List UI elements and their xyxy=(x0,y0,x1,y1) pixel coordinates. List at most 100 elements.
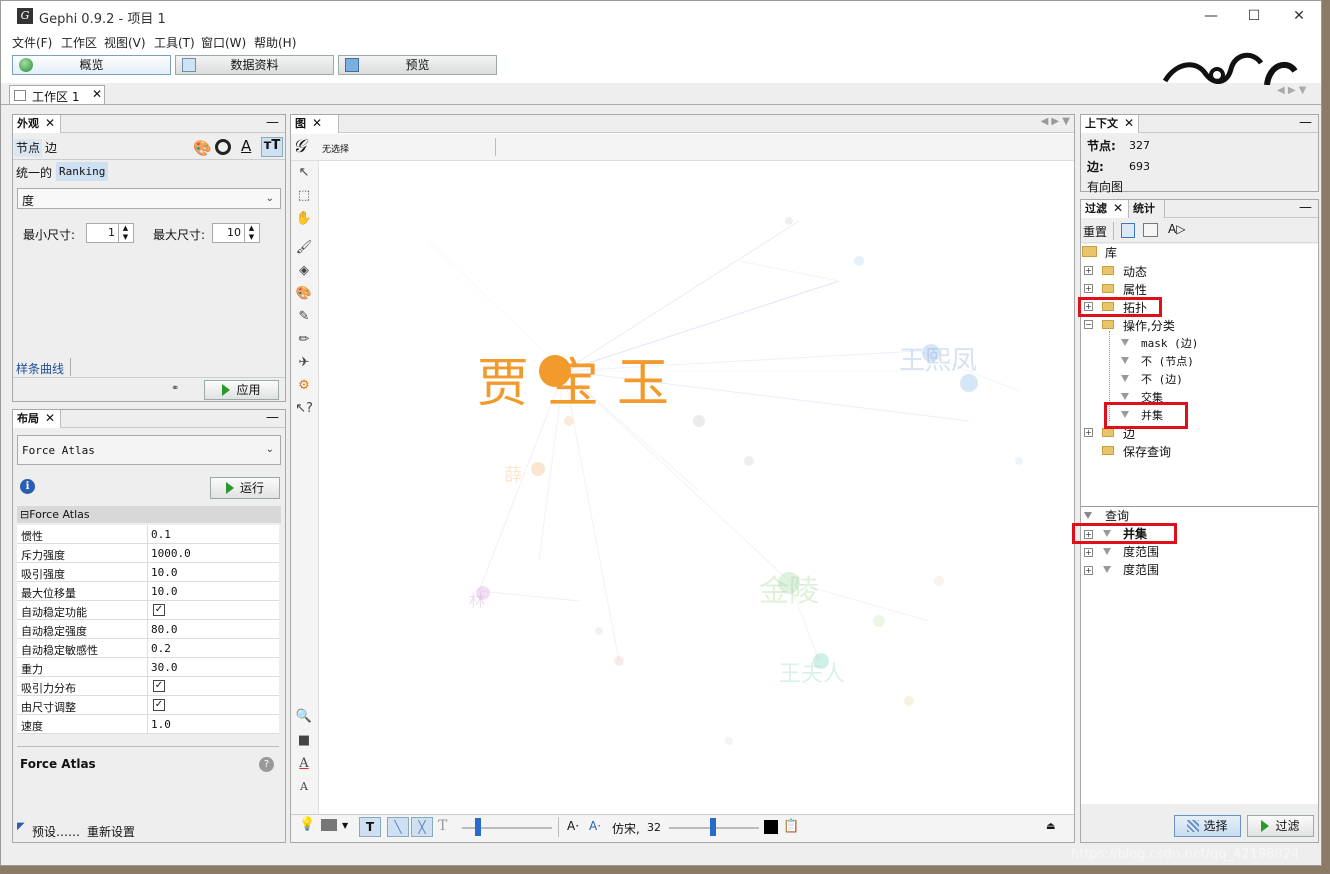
minimize-icon[interactable]: — xyxy=(1201,6,1221,26)
help-icon[interactable]: ? xyxy=(259,757,274,772)
zoom-fit-icon[interactable]: 🔍 xyxy=(295,708,313,726)
maximize-icon[interactable]: ☐ xyxy=(1244,6,1264,26)
property-row[interactable]: 自动稳定强度 80.0 xyxy=(17,620,279,639)
filter-dynamic[interactable]: 动态 xyxy=(1123,263,1147,281)
diamond-icon[interactable]: ◈ xyxy=(295,262,313,280)
font-size-down-icon[interactable]: A· xyxy=(567,819,579,833)
menu-view[interactable]: 视图(V) xyxy=(104,34,146,51)
expand-icon[interactable]: + xyxy=(1084,566,1093,575)
palette-icon[interactable]: 🎨 xyxy=(193,139,212,157)
spinner-arrows-icon[interactable]: ▲ ▼ xyxy=(244,224,258,242)
menu-window[interactable]: 窗口(W) xyxy=(201,34,246,51)
select-pointer-icon[interactable]: ↖ xyxy=(295,164,313,182)
close-icon[interactable]: ✕ xyxy=(45,411,55,425)
tab-filters[interactable]: 过滤 ✕ xyxy=(1081,200,1129,218)
library-root[interactable]: 库 xyxy=(1105,244,1117,262)
slider-thumb[interactable] xyxy=(475,818,481,836)
property-value[interactable]: 10.0 xyxy=(151,585,178,598)
export-icon[interactable] xyxy=(1121,223,1135,238)
menu-file[interactable]: 文件(F) xyxy=(12,34,52,51)
property-checkbox[interactable]: ✓ xyxy=(153,699,165,711)
property-group-header[interactable]: ⊟Force Atlas xyxy=(17,506,281,523)
chevron-down-icon[interactable]: ▼ xyxy=(342,821,348,830)
filter-operator[interactable]: 操作,分类 xyxy=(1123,317,1175,335)
shortest-path-icon[interactable]: ✈ xyxy=(295,354,313,372)
gear-icon[interactable]: ⚙ xyxy=(295,377,313,395)
minimize-panel-icon[interactable]: — xyxy=(1299,200,1312,215)
tab-graph[interactable]: 图 ✕ xyxy=(291,115,339,133)
query-degree-range[interactable]: 度范围 xyxy=(1123,543,1159,561)
label-size-icon[interactable]: A xyxy=(295,778,313,796)
pencil-icon[interactable]: ✎ xyxy=(295,308,313,326)
info-icon[interactable]: i xyxy=(20,479,35,494)
close-icon[interactable]: ✕ xyxy=(45,116,55,130)
property-value[interactable]: 0.1 xyxy=(151,528,171,541)
screenshot-icon[interactable] xyxy=(321,819,337,831)
presets-link[interactable]: 预设…… xyxy=(32,823,80,840)
property-row[interactable]: 重力 30.0 xyxy=(17,658,279,677)
label-color-icon[interactable]: A xyxy=(295,755,313,773)
tab-context[interactable]: 上下文 ✕ xyxy=(1081,115,1139,133)
expand-icon[interactable]: + xyxy=(1084,428,1093,437)
tab-data-laboratory[interactable]: 数据资料 xyxy=(175,55,334,75)
link-icon[interactable]: ⚭ xyxy=(171,383,179,394)
menu-workspace[interactable]: 工作区 xyxy=(61,34,97,51)
save-query-icon[interactable] xyxy=(1143,223,1158,237)
spline-link[interactable]: 样条曲线 xyxy=(16,360,64,377)
menu-tools[interactable]: 工具(T) xyxy=(154,34,195,51)
heatmap-icon[interactable]: 🎨 xyxy=(295,285,313,303)
filter-saved-queries[interactable]: 保存查询 xyxy=(1123,443,1171,461)
expand-icon[interactable]: + xyxy=(1084,266,1093,275)
property-value[interactable]: 10.0 xyxy=(151,566,178,579)
filter-mask-edges[interactable]: mask (边) xyxy=(1141,335,1198,353)
mode-unique[interactable]: 统一的 xyxy=(16,164,52,181)
filter-button[interactable]: 过滤 xyxy=(1247,815,1314,837)
expand-toolbar-icon[interactable]: ⏏ xyxy=(1046,821,1055,832)
font-name[interactable]: 仿宋, xyxy=(612,820,640,837)
mode-ranking[interactable]: Ranking xyxy=(56,162,109,181)
show-edges-toggle[interactable]: ╲ xyxy=(387,817,409,837)
edge-color-toggle[interactable]: ╳ xyxy=(411,817,433,837)
painter-icon[interactable]: 🖌 xyxy=(295,239,313,257)
property-row[interactable]: 自动稳定敏感性 0.2 xyxy=(17,639,279,658)
tab-preview[interactable]: 预览 xyxy=(338,55,497,75)
tab-overview[interactable]: 概览 xyxy=(12,55,171,75)
collapse-icon[interactable]: − xyxy=(1084,320,1093,329)
font-size-up-icon[interactable]: A· xyxy=(589,819,601,833)
expand-icon[interactable]: + xyxy=(1084,548,1093,557)
lightbulb-icon[interactable]: 💡 xyxy=(299,817,315,832)
filter-not-nodes[interactable]: 不 (节点) xyxy=(1141,353,1194,371)
spinner-arrows-icon[interactable]: ▲ ▼ xyxy=(118,224,132,242)
tab-layout[interactable]: 布局 ✕ xyxy=(13,410,61,428)
property-row[interactable]: 吸引力分布 ✓ xyxy=(17,677,279,696)
close-icon[interactable]: ✕ xyxy=(1124,116,1134,130)
close-icon[interactable]: ✕ xyxy=(312,116,322,130)
edge-pencil-icon[interactable]: ✏ xyxy=(295,331,313,349)
query-degree-range-2[interactable]: 度范围 xyxy=(1123,561,1159,579)
property-row[interactable]: 斥力强度 1000.0 xyxy=(17,544,279,563)
expand-icon[interactable]: + xyxy=(1084,284,1093,293)
minimize-panel-icon[interactable]: — xyxy=(266,410,279,425)
clipboard-icon[interactable]: 📋 xyxy=(783,819,799,834)
workspace-tab[interactable]: 工作区 1 ✕ xyxy=(9,85,105,105)
tab-edges[interactable]: 边 xyxy=(45,139,57,157)
property-value[interactable]: 30.0 xyxy=(151,661,178,674)
max-size-spinner[interactable]: 10 ▲ ▼ xyxy=(212,223,260,243)
tab-statistics[interactable]: 统计 xyxy=(1129,200,1165,218)
property-row[interactable]: 由尺寸调整 ✓ xyxy=(17,696,279,715)
tab-scroll-arrows[interactable]: ◀ ▶ ▼ xyxy=(1277,85,1306,96)
edge-label-icon[interactable]: T xyxy=(438,818,447,834)
menu-help[interactable]: 帮助(H) xyxy=(254,34,296,51)
property-row[interactable]: 惯性 0.1 xyxy=(17,525,279,544)
slider-thumb[interactable] xyxy=(710,818,716,836)
label-color-swatch[interactable] xyxy=(764,820,778,834)
workspace-close-icon[interactable]: ✕ xyxy=(92,87,102,101)
label-color-icon[interactable]: A xyxy=(241,137,251,155)
property-row[interactable]: 自动稳定功能 ✓ xyxy=(17,601,279,620)
reset-link[interactable]: 重新设置 xyxy=(87,823,135,840)
tab-appearance[interactable]: 外观 ✕ xyxy=(13,115,61,133)
graph-canvas[interactable]: 王熙凤 金陵 王夫人 薛 林 贾宝玉 xyxy=(319,161,1073,813)
label-size-icon[interactable]: тT xyxy=(261,137,283,157)
run-button[interactable]: 运行 xyxy=(210,477,280,499)
auto-refresh-icon[interactable]: A▷ xyxy=(1168,222,1185,236)
